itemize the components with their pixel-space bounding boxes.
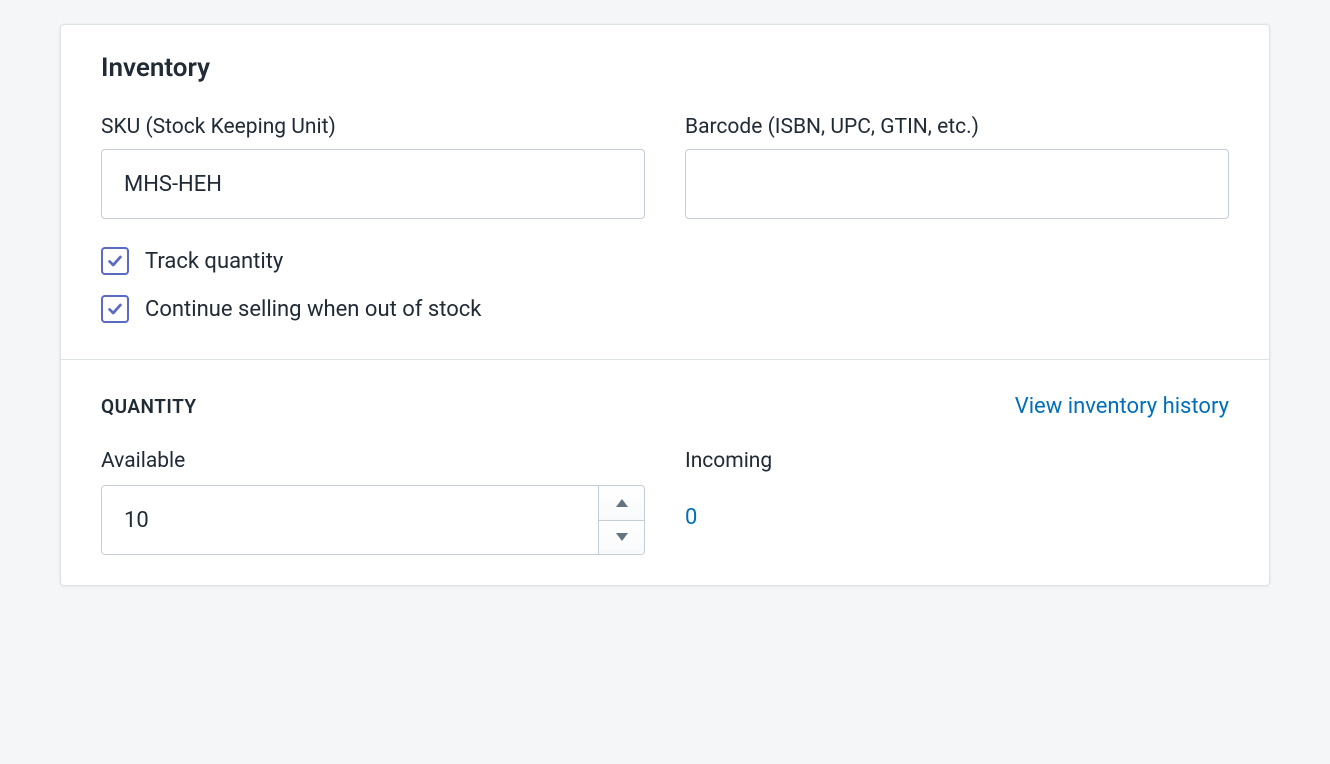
available-decrement-button[interactable] [599, 521, 644, 555]
quantity-row: Available Incoming 0 [101, 449, 1229, 555]
view-inventory-history-link[interactable]: View inventory history [1015, 394, 1229, 419]
incoming-label: Incoming [685, 449, 1229, 473]
sku-barcode-row: SKU (Stock Keeping Unit) Barcode (ISBN, … [101, 115, 1229, 219]
caret-up-icon [616, 499, 628, 507]
available-spinner [101, 485, 645, 555]
caret-down-icon [616, 533, 628, 541]
track-quantity-label[interactable]: Track quantity [145, 249, 283, 274]
track-quantity-checkbox[interactable] [101, 247, 129, 275]
inventory-card: Inventory SKU (Stock Keeping Unit) Barco… [60, 24, 1270, 586]
barcode-field: Barcode (ISBN, UPC, GTIN, etc.) [685, 115, 1229, 219]
inventory-title: Inventory [101, 53, 1229, 83]
quantity-header: QUANTITY View inventory history [101, 394, 1229, 419]
incoming-field: Incoming 0 [685, 449, 1229, 555]
continue-selling-label[interactable]: Continue selling when out of stock [145, 297, 481, 322]
incoming-value[interactable]: 0 [685, 485, 1229, 530]
continue-selling-row: Continue selling when out of stock [101, 295, 1229, 323]
checkmark-icon [106, 252, 124, 270]
continue-selling-checkbox[interactable] [101, 295, 129, 323]
spinner-buttons [598, 486, 644, 554]
inventory-top-section: Inventory SKU (Stock Keeping Unit) Barco… [61, 25, 1269, 359]
track-quantity-row: Track quantity [101, 247, 1229, 275]
checkmark-icon [106, 300, 124, 318]
quantity-section: QUANTITY View inventory history Availabl… [61, 360, 1269, 585]
sku-input[interactable] [101, 149, 645, 219]
barcode-label: Barcode (ISBN, UPC, GTIN, etc.) [685, 115, 1229, 139]
available-field: Available [101, 449, 645, 555]
sku-field: SKU (Stock Keeping Unit) [101, 115, 645, 219]
available-input[interactable] [102, 486, 598, 554]
available-increment-button[interactable] [599, 486, 644, 521]
available-label: Available [101, 449, 645, 473]
sku-label: SKU (Stock Keeping Unit) [101, 115, 645, 139]
quantity-section-title: QUANTITY [101, 395, 197, 418]
barcode-input[interactable] [685, 149, 1229, 219]
